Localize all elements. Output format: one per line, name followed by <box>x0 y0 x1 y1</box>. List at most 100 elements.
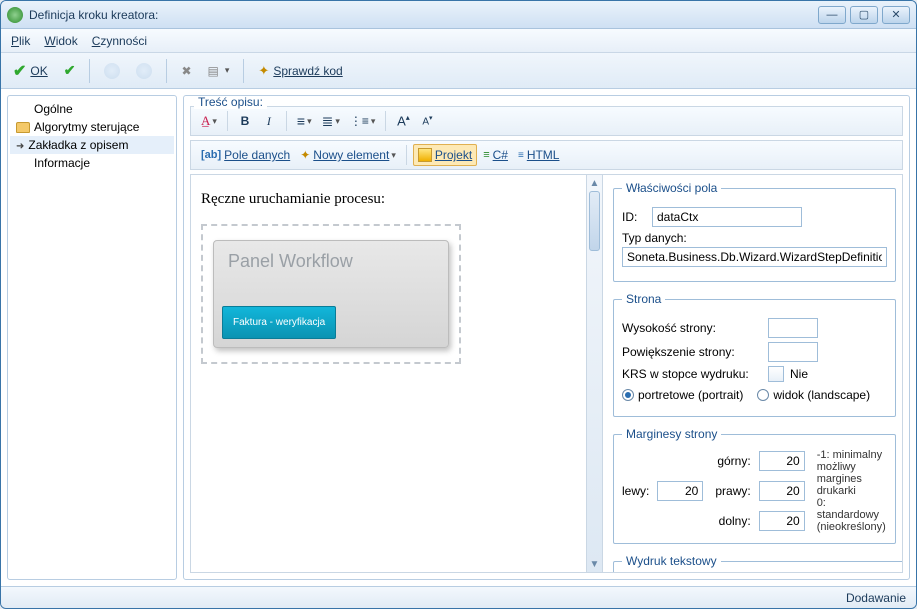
workflow-panel[interactable]: Panel Workflow Faktura - weryfikacja <box>213 240 449 348</box>
page-height-label: Wysokość strony: <box>622 321 762 335</box>
nav-forward-button[interactable] <box>130 57 158 85</box>
maximize-button[interactable]: ▢ <box>850 6 878 24</box>
check-code-button[interactable]: Sprawdź kod <box>252 57 348 85</box>
check-icon <box>13 61 26 81</box>
menu-czynnosci[interactable]: Czynności <box>92 34 147 48</box>
tree-item-informacje[interactable]: Informacje <box>10 154 174 172</box>
krs-value: Nie <box>790 367 808 381</box>
field-properties-legend: Właściwości pola <box>622 181 721 195</box>
editor-body: Ręczne uruchamianie procesu: Panel Workf… <box>190 174 903 573</box>
krs-label: KRS w stopce wydruku: <box>622 367 762 381</box>
minimize-button[interactable]: — <box>818 6 846 24</box>
page-group: Strona Wysokość strony: Powiększenie str… <box>613 292 896 417</box>
tree-label: Informacje <box>34 156 90 170</box>
tools-button[interactable] <box>175 57 197 85</box>
html-label: HTML <box>527 148 560 162</box>
design-canvas[interactable]: Ręczne uruchamianie procesu: Panel Workf… <box>191 175 586 572</box>
shrink-font-button[interactable]: A▾ <box>416 110 438 132</box>
nav-back-button[interactable] <box>98 57 126 85</box>
bullets-button[interactable] <box>318 110 344 132</box>
menubar: Plik Widok Czynności <box>1 29 916 53</box>
tree-item-ogolne[interactable]: Ogólne <box>10 100 174 118</box>
grow-font-icon: A▴ <box>397 113 410 128</box>
align-button[interactable] <box>293 110 316 132</box>
orientation-landscape-radio[interactable] <box>757 389 769 401</box>
scroll-up-icon[interactable]: ▲ <box>587 175 602 191</box>
tree-label: Ogólne <box>34 102 73 116</box>
ok-small-button[interactable] <box>58 57 82 85</box>
tools-icon <box>181 64 191 78</box>
field-label: Pole danych <box>224 148 290 162</box>
align-icon <box>297 113 305 129</box>
page-height-input[interactable] <box>768 318 818 338</box>
font-icon: A̲ <box>201 113 210 129</box>
numbering-button[interactable] <box>346 110 380 132</box>
wand-icon <box>258 63 269 79</box>
main-panel: Treść opisu: A̲ B I A▴ A▾ <box>183 95 910 580</box>
shrink-font-icon: A▾ <box>422 114 432 127</box>
page-legend: Strona <box>622 292 665 306</box>
page-zoom-label: Powiększenie strony: <box>622 345 762 359</box>
type-input[interactable] <box>622 247 887 267</box>
close-button[interactable]: ✕ <box>882 6 910 24</box>
menu-widok[interactable]: Widok <box>44 34 77 48</box>
project-icon <box>418 148 432 162</box>
window-frame: Definicja kroku kreatora: — ▢ ✕ Plik Wid… <box>0 0 917 609</box>
ok-button[interactable]: OK <box>7 57 54 85</box>
app-icon <box>7 7 23 23</box>
id-input[interactable] <box>652 207 802 227</box>
html-tab[interactable]: ≡ HTML <box>514 144 564 166</box>
margin-left-input[interactable] <box>657 481 703 501</box>
properties-panel: Właściwości pola ID: Typ danych: <box>602 175 902 572</box>
page-zoom-input[interactable] <box>768 342 818 362</box>
star-icon <box>300 148 310 162</box>
numbering-icon <box>350 114 369 128</box>
id-label: ID: <box>622 210 646 224</box>
tree-label: Zakładka z opisem <box>28 138 128 152</box>
scroll-down-icon[interactable]: ▼ <box>587 556 602 572</box>
font-picker[interactable]: A̲ <box>197 110 221 132</box>
margin-top-input[interactable] <box>759 451 805 471</box>
tree-sidebar: Ogólne Algorytmy sterujące Zakładka z op… <box>7 95 177 580</box>
tree-item-zakladka[interactable]: Zakładka z opisem <box>10 136 174 154</box>
client-area: Ogólne Algorytmy sterujące Zakładka z op… <box>1 89 916 586</box>
check-icon <box>64 62 76 79</box>
window-title: Definicja kroku kreatora: <box>29 8 818 22</box>
text-print-legend: Wydruk tekstowy <box>622 554 721 568</box>
csharp-label: C# <box>493 148 508 162</box>
bold-icon: B <box>241 114 250 128</box>
canvas-scrollbar[interactable]: ▲ ▼ <box>586 175 602 572</box>
main-group-title: Treść opisu: <box>194 95 267 109</box>
tree-item-algorytmy[interactable]: Algorytmy sterujące <box>10 118 174 136</box>
statusbar: Dodawanie <box>1 586 916 608</box>
field-icon: [ab] <box>201 149 221 161</box>
tree-label: Algorytmy sterujące <box>34 120 139 134</box>
new-element-button[interactable]: Nowy element <box>296 144 400 166</box>
project-tab[interactable]: Projekt <box>413 144 477 166</box>
orientation-portrait-radio[interactable] <box>622 389 634 401</box>
margin-bottom-input[interactable] <box>759 511 805 531</box>
drop-zone[interactable]: Panel Workflow Faktura - weryfikacja <box>201 224 461 364</box>
menu-plik[interactable]: Plik <box>11 34 30 48</box>
margin-top-label: górny: <box>715 454 750 468</box>
field-button[interactable]: [ab] Pole danych <box>197 144 294 166</box>
margin-left-label: lewy: <box>622 484 649 498</box>
margin-right-input[interactable] <box>759 481 805 501</box>
new-element-label: Nowy element <box>313 148 389 162</box>
workflow-panel-title: Panel Workflow <box>214 241 448 278</box>
margin-bottom-label: dolny: <box>715 514 750 528</box>
krs-checkbox[interactable] <box>768 366 784 382</box>
scroll-thumb[interactable] <box>589 191 600 251</box>
csharp-icon: ≡ <box>483 149 489 161</box>
bold-button[interactable]: B <box>234 110 256 132</box>
bullets-icon <box>322 113 334 130</box>
workflow-chip[interactable]: Faktura - weryfikacja <box>222 306 336 339</box>
csharp-tab[interactable]: ≡ C# <box>479 144 512 166</box>
grow-font-button[interactable]: A▴ <box>392 110 414 132</box>
field-properties-group: Właściwości pola ID: Typ danych: <box>613 181 896 282</box>
margin-right-label: prawy: <box>715 484 750 498</box>
print-button[interactable] <box>202 57 236 85</box>
italic-button[interactable]: I <box>258 110 280 132</box>
forward-icon <box>136 63 152 79</box>
titlebar[interactable]: Definicja kroku kreatora: — ▢ ✕ <box>1 1 916 29</box>
